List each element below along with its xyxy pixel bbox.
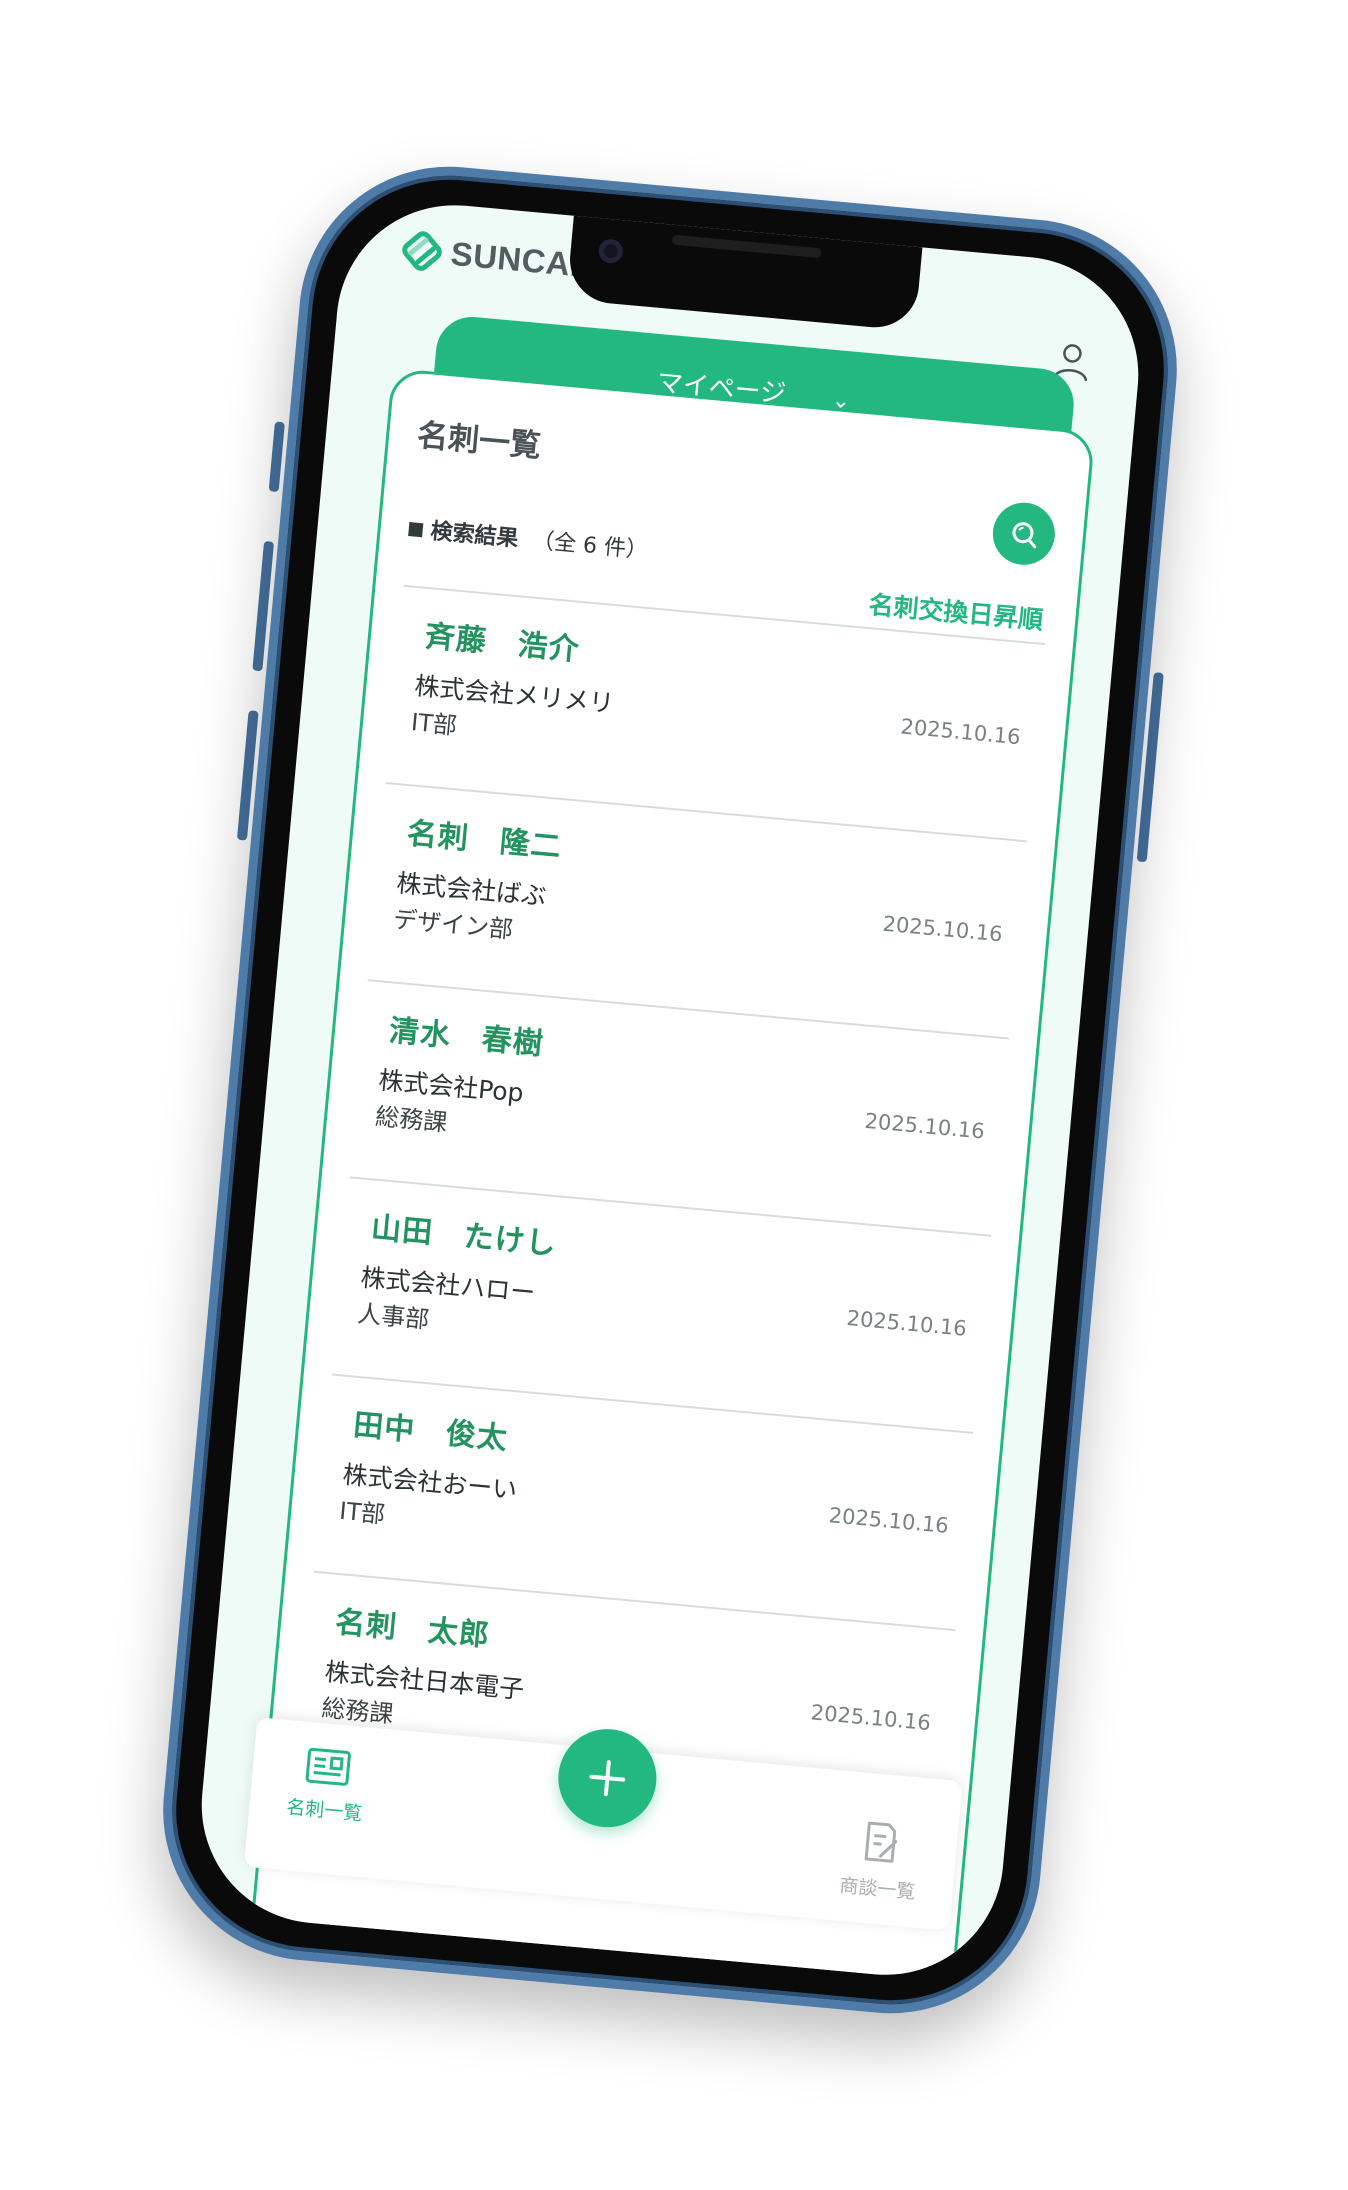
exchange-date: 2025.10.16 (899, 714, 1022, 750)
business-card-icon (305, 1747, 351, 1786)
contact-name: 名刺 隆二 (405, 816, 564, 866)
plus-icon (589, 1760, 626, 1797)
stage: SUNCARD マイページ ⌄ 名刺一覧 検索結果 （全 6 件） 名刺交換日昇… (0, 0, 1348, 2190)
department: IT部 (410, 708, 459, 741)
nav-card-list-label: 名刺一覧 (285, 1796, 364, 1826)
search-button[interactable] (990, 500, 1058, 568)
department: 総務課 (374, 1102, 449, 1137)
search-icon (1012, 522, 1037, 549)
speaker (671, 234, 822, 259)
exchange-date: 2025.10.16 (863, 1108, 986, 1144)
page-title: 名刺一覧 (415, 417, 543, 465)
exchange-date: 2025.10.16 (827, 1503, 950, 1538)
memo-edit-icon (864, 1821, 898, 1863)
department: IT部 (338, 1496, 387, 1529)
department: 人事部 (356, 1299, 431, 1335)
exchange-date: 2025.10.16 (881, 911, 1004, 947)
exchange-date: 2025.10.16 (845, 1306, 968, 1341)
suncard-logo-icon (402, 231, 442, 271)
nav-deal-list-label: 商談一覧 (838, 1874, 917, 1904)
bullet-square-icon (408, 522, 424, 538)
app-screen: SUNCARD マイページ ⌄ 名刺一覧 検索結果 （全 6 件） 名刺交換日昇… (191, 195, 1149, 1985)
contact-name: 斉藤 浩介 (423, 619, 582, 668)
result-label: 検索結果 (429, 519, 520, 552)
result-count: （全 6 件） (531, 528, 649, 564)
nav-deal-list[interactable]: 商談一覧 (812, 1814, 949, 1906)
camera-icon (597, 238, 624, 265)
contact-name: 山田 たけし (369, 1210, 559, 1263)
contact-name: 田中 俊太 (351, 1407, 510, 1457)
exchange-date: 2025.10.16 (809, 1700, 932, 1736)
nav-card-list[interactable]: 名刺一覧 (258, 1742, 394, 1828)
contact-name: 清水 春樹 (387, 1013, 546, 1063)
contact-name: 名刺 太郎 (333, 1604, 492, 1654)
phone-side-button (268, 421, 285, 493)
search-result-summary: 検索結果 （全 6 件） (407, 511, 649, 565)
phone-mockup: SUNCARD マイページ ⌄ 名刺一覧 検索結果 （全 6 件） 名刺交換日昇… (150, 153, 1190, 2027)
card-list: 斉藤 浩介 株式会社メリメリ IT部 2025.10.16 名刺 隆二 株式会社… (268, 582, 1073, 1831)
